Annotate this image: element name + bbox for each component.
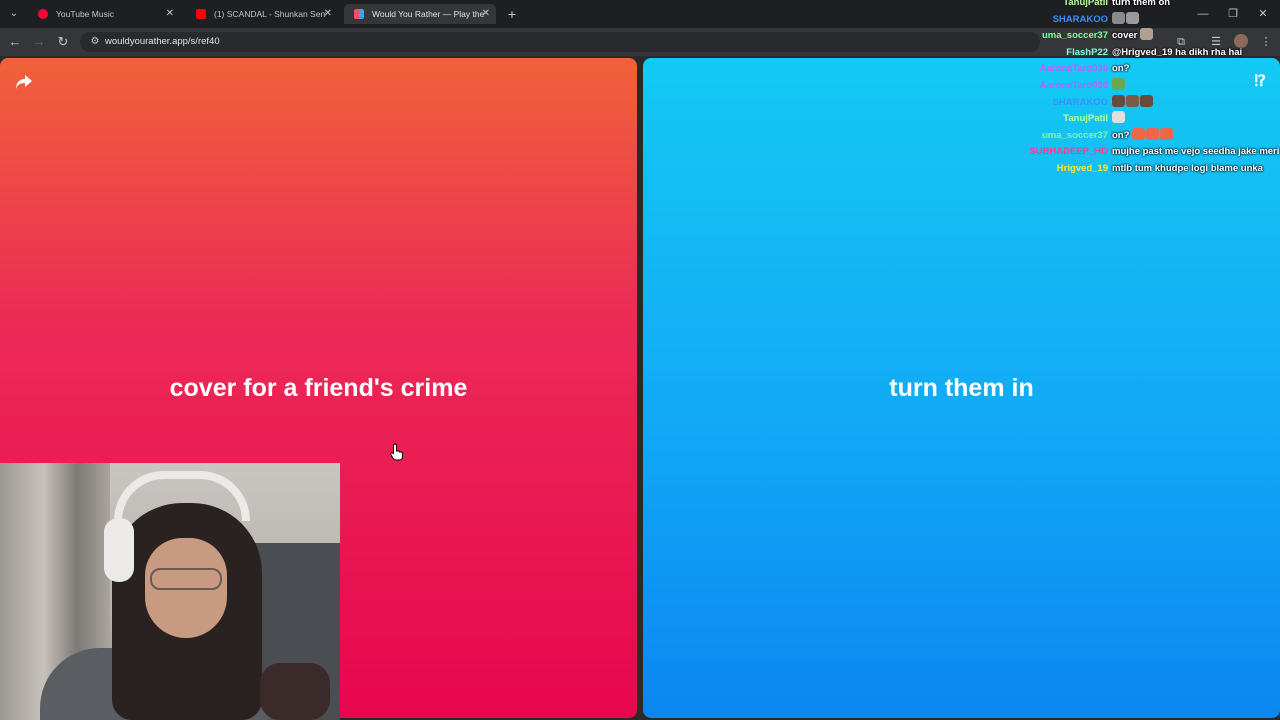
chat-message-text: mujhe past me vejo seedha jake meri [1112, 146, 1280, 158]
chat-message-body: cover [1112, 28, 1154, 45]
chat-message-body: on? [1112, 61, 1129, 78]
emote-icon [1112, 111, 1125, 124]
chat-message: uma_soccer37 cover [1000, 28, 1280, 45]
chat-username: uma_soccer37 [1041, 129, 1108, 141]
would-you-rather-icon [354, 9, 364, 19]
youtube-icon [196, 9, 206, 19]
emote-icon [1132, 127, 1146, 140]
chat-message-body [1112, 77, 1126, 95]
chat-username: SHARAKOO [1052, 13, 1108, 25]
address-bar[interactable]: ⚙ wouldyourather.app/s/ref40 [80, 32, 1040, 52]
chat-message-body [1112, 94, 1154, 112]
youtube-music-icon [38, 9, 48, 19]
option-b-text: turn them in [889, 374, 1034, 402]
chat-message-body: mtlb tum khudpe logi blame unka [1112, 161, 1263, 178]
tab-search-icon[interactable]: ⌄ [6, 6, 22, 22]
chat-username: FlashP22 [1066, 46, 1108, 58]
option-a-text: cover for a friend's crime [169, 374, 468, 402]
webcam-feed [0, 463, 340, 720]
emote-icon [1112, 11, 1125, 24]
back-icon[interactable]: ← [6, 33, 24, 51]
close-icon[interactable]: ✕ [482, 4, 490, 24]
reload-icon[interactable]: ↻ [54, 33, 72, 51]
chat-overlay: TanujPatil turn them on SHARAKOO uma_soccer… [1000, 0, 1280, 178]
chat-username: uma_soccer37 [1041, 30, 1108, 42]
tab-title: (1) SCANDAL - Shunkan Sentim [214, 9, 326, 19]
forward-icon[interactable]: → [30, 33, 48, 51]
emote-icon [1112, 77, 1125, 90]
chat-username: TanujPatil [1063, 0, 1108, 8]
chat-username: SHARAKOO [1052, 96, 1108, 108]
emote-icon [1146, 127, 1160, 140]
share-icon[interactable] [14, 72, 34, 92]
chat-message-text: cover [1112, 30, 1138, 42]
chat-message-body: @Hrigved_19 ha dikh rha hai [1112, 45, 1242, 62]
tab-would-you-rather[interactable]: Would You Rather — Play the G ✕ [344, 4, 496, 24]
chat-message: AaronaTaro030 [1000, 77, 1280, 95]
chat-message: AaronaTaro030 on? [1000, 61, 1280, 78]
tab-youtube-video[interactable]: (1) SCANDAL - Shunkan Sentim ✕ [186, 4, 338, 24]
chat-message: Hrigved_19 mtlb tum khudpe logi blame unk… [1000, 161, 1280, 178]
tab-title: YouTube Music [56, 9, 114, 19]
emote-icon [1160, 127, 1174, 140]
chat-message-text: on? [1112, 129, 1130, 141]
tab-youtube-music[interactable]: YouTube Music ✕ [28, 4, 180, 24]
chat-username: TanujPatil [1063, 113, 1108, 125]
chat-message: TanujPatil turn them on [1000, 0, 1280, 12]
chat-message-text: mtlb tum khudpe logi blame unka [1112, 162, 1263, 174]
chat-username: Hrigved_19 [1056, 162, 1108, 174]
new-tab-icon[interactable]: + [504, 4, 520, 24]
chat-message-text: on? [1112, 63, 1130, 75]
chat-message-text: @Hrigved_19 ha dikh rha hai [1112, 46, 1243, 58]
chat-message-body: turn them on [1112, 0, 1170, 12]
chat-message-text: turn them on [1112, 0, 1171, 8]
chat-message: FlashP22 @Hrigved_19 ha dikh rha hai [1000, 45, 1280, 62]
chat-message: SHARAKOO [1000, 94, 1280, 112]
chat-message: uma_soccer37 on? [1000, 127, 1280, 145]
emote-icon [1140, 28, 1153, 41]
chat-username: AaronaTaro030 [1039, 63, 1108, 75]
chat-message-body: mujhe past me vejo seedha jake meri [1112, 144, 1279, 161]
chat-message-body: on? [1112, 127, 1174, 145]
chat-message: SUBHADEEP_HD mujhe past me vejo seedha ja… [1000, 144, 1280, 161]
screen: ⌄ YouTube Music ✕ (1) SCANDAL - Shunkan … [0, 0, 1280, 720]
close-icon[interactable]: ✕ [324, 4, 332, 24]
emote-icon [1112, 94, 1125, 107]
hand-cursor-icon [390, 443, 403, 461]
chat-message: TanujPatil [1000, 111, 1280, 128]
close-icon[interactable]: ✕ [166, 4, 174, 24]
chat-username: SUBHADEEP_HD [1029, 146, 1108, 158]
chat-message-body [1112, 11, 1140, 29]
tab-title: Would You Rather — Play the G [372, 9, 484, 19]
emote-icon [1126, 94, 1139, 107]
chat-message: SHARAKOO [1000, 11, 1280, 29]
emote-icon [1140, 94, 1153, 107]
url-text[interactable]: wouldyourather.app/s/ref40 [105, 32, 220, 52]
webcam-headphones-cup [104, 518, 134, 582]
chat-username: AaronaTaro030 [1039, 79, 1108, 91]
webcam-glasses [150, 568, 222, 590]
emote-icon [1126, 11, 1139, 24]
site-info-icon[interactable]: ⚙ [88, 35, 102, 49]
webcam-hand [260, 663, 330, 720]
chat-message-body [1112, 111, 1126, 128]
